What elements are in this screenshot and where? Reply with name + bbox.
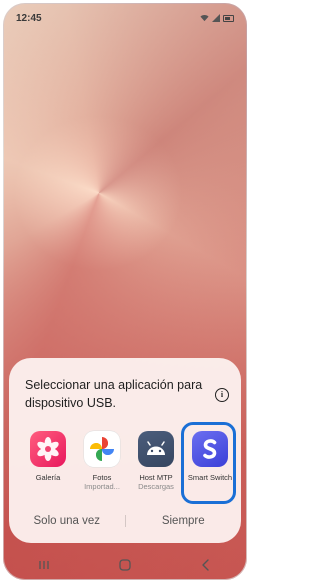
always-button[interactable]: Siempre: [126, 515, 242, 527]
app-label: Fotos: [92, 473, 112, 482]
status-bar: 12:45: [16, 11, 234, 25]
info-icon[interactable]: i: [215, 388, 229, 402]
status-time: 12:45: [16, 12, 42, 24]
app-host-mtp[interactable]: Host MTP Descargas: [131, 431, 181, 492]
dialog-actions: Solo una vez Siempre: [9, 511, 241, 531]
app-sublabel: Descargas: [138, 482, 174, 491]
app-label: Galería: [35, 473, 61, 482]
android-icon: [138, 431, 174, 467]
app-label: Host MTP: [139, 473, 173, 482]
back-icon[interactable]: [196, 558, 216, 572]
recents-icon[interactable]: [34, 558, 54, 572]
app-fotos[interactable]: Fotos Importad...: [77, 431, 127, 492]
home-icon[interactable]: [115, 558, 135, 572]
just-once-button[interactable]: Solo una vez: [9, 515, 125, 527]
navigation-bar: [3, 550, 247, 580]
galeria-icon: [30, 431, 66, 467]
usb-app-chooser-dialog: Seleccionar una aplicación para disposit…: [9, 358, 241, 543]
phone-screen: 12:45 Seleccionar una aplicación para di…: [3, 3, 247, 580]
google-photos-icon: [84, 431, 120, 467]
app-galeria[interactable]: Galería: [23, 431, 73, 492]
app-list: Galería Fotos Importad... Host MTP Desca…: [9, 422, 241, 504]
dialog-title: Seleccionar una aplicación para disposit…: [25, 378, 203, 410]
app-sublabel: Importad...: [84, 482, 120, 491]
status-icons: [200, 14, 234, 22]
signal-icon: [212, 14, 220, 22]
battery-icon: [223, 14, 234, 22]
wifi-icon: [200, 15, 209, 22]
selection-highlight: [181, 422, 236, 504]
